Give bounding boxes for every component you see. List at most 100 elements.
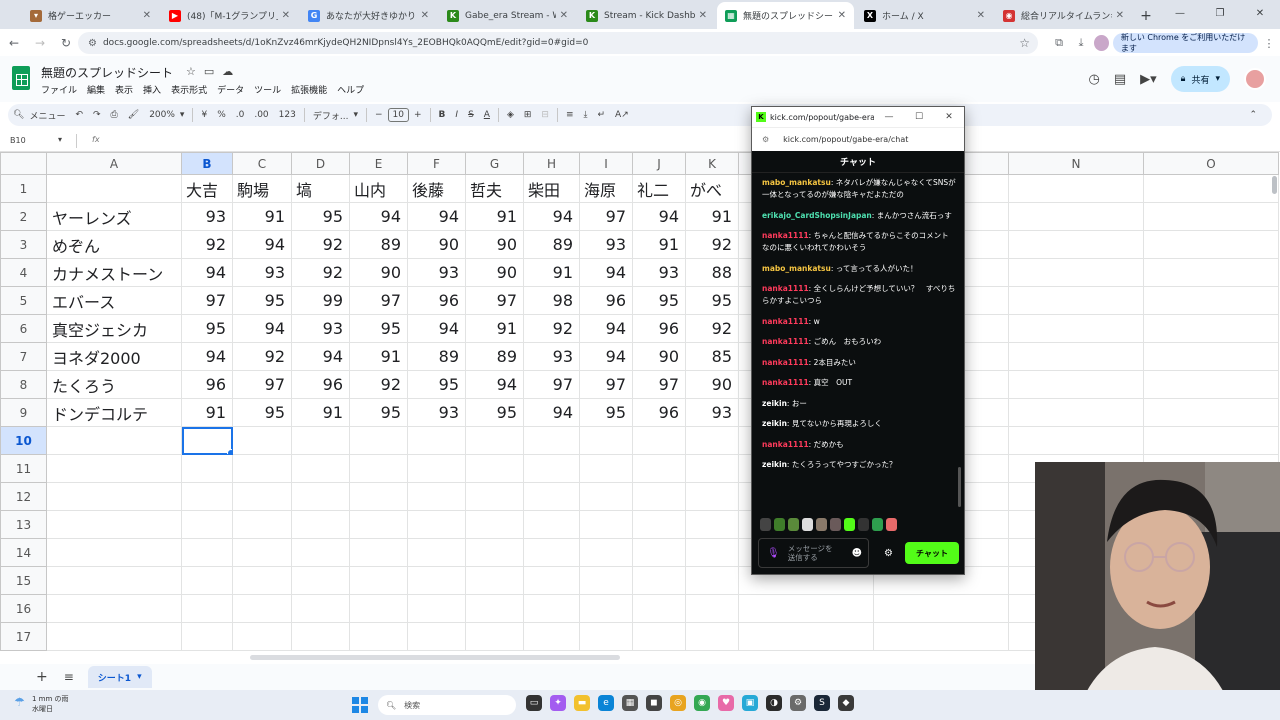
- emote-icon[interactable]: [830, 518, 841, 531]
- percent-button[interactable]: %: [212, 110, 231, 120]
- menu-item[interactable]: 拡張機能: [291, 83, 327, 96]
- column-header[interactable]: B: [181, 152, 233, 175]
- vertical-align-icon[interactable]: ⤓: [579, 110, 593, 120]
- cell[interactable]: [181, 538, 233, 567]
- score-cell[interactable]: 97: [349, 286, 408, 315]
- cell[interactable]: [1143, 370, 1279, 399]
- site-info-icon[interactable]: ⚙: [762, 135, 769, 144]
- microphone-icon[interactable]: 🎙︎: [767, 548, 780, 558]
- cell[interactable]: [291, 454, 350, 483]
- row-header[interactable]: 5: [0, 286, 47, 315]
- row-header[interactable]: 14: [0, 538, 47, 567]
- score-cell[interactable]: 99: [291, 286, 350, 315]
- url-omnibox[interactable]: ⚙ docs.google.com/spreadsheets/d/1oKnZvz…: [78, 32, 1038, 54]
- settings-icon[interactable]: ⚙: [790, 695, 806, 711]
- score-cell[interactable]: 89: [465, 342, 524, 371]
- number-format-button[interactable]: 123: [274, 110, 301, 120]
- cell[interactable]: [523, 622, 580, 651]
- row-header[interactable]: 11: [0, 454, 47, 483]
- cell[interactable]: [579, 566, 633, 595]
- score-cell[interactable]: 90: [465, 230, 524, 259]
- cloud-status-icon[interactable]: ☁: [222, 65, 233, 78]
- cell[interactable]: [232, 510, 292, 539]
- combo-name-cell[interactable]: ヤーレンズ: [46, 202, 182, 231]
- cell[interactable]: [579, 538, 633, 567]
- score-cell[interactable]: 94: [232, 230, 292, 259]
- emote-icon[interactable]: [858, 518, 869, 531]
- cell[interactable]: [349, 594, 408, 623]
- chrome-update-pill[interactable]: 新しい Chrome をご利用いただけます: [1112, 33, 1258, 53]
- score-cell[interactable]: 93: [291, 314, 350, 343]
- text-rotation-icon[interactable]: A↗: [610, 110, 634, 120]
- tab-close-icon[interactable]: ✕: [282, 10, 290, 21]
- cell[interactable]: [1008, 258, 1144, 287]
- emote-icon[interactable]: [788, 518, 799, 531]
- cell[interactable]: [1008, 370, 1144, 399]
- fill-color-icon[interactable]: ◈: [502, 110, 519, 120]
- cell[interactable]: [291, 594, 350, 623]
- cell[interactable]: [632, 426, 686, 455]
- chat-username[interactable]: zeikin: [762, 419, 787, 428]
- column-header[interactable]: I: [579, 152, 633, 175]
- column-header[interactable]: K: [685, 152, 739, 175]
- chat-username[interactable]: erikajo_CardShopsinJapan: [762, 211, 872, 220]
- cell[interactable]: [407, 426, 466, 455]
- score-cell[interactable]: 94: [349, 202, 408, 231]
- score-cell[interactable]: 90: [407, 230, 466, 259]
- cell[interactable]: [181, 510, 233, 539]
- row-header[interactable]: 12: [0, 482, 47, 511]
- menu-item[interactable]: ファイル: [41, 83, 77, 96]
- emote-icon[interactable]: [844, 518, 855, 531]
- cell[interactable]: [407, 594, 466, 623]
- row-header[interactable]: 13: [0, 510, 47, 539]
- score-cell[interactable]: 96: [632, 398, 686, 427]
- judge-name-cell[interactable]: 大吉: [181, 174, 233, 203]
- chat-message-list[interactable]: mabo_mankatsu: ネタバレが嫌なんじゃなくてSNSが一体となってるの…: [752, 173, 964, 509]
- judge-name-cell[interactable]: 山内: [349, 174, 408, 203]
- score-cell[interactable]: 94: [579, 314, 633, 343]
- score-cell[interactable]: 95: [685, 286, 739, 315]
- cell[interactable]: [1008, 426, 1144, 455]
- back-icon[interactable]: ←: [2, 31, 26, 55]
- cell[interactable]: [523, 426, 580, 455]
- browser-tab[interactable]: ◉ 総合リアルタイムランキング | ✕: [995, 2, 1132, 29]
- score-cell[interactable]: 96: [579, 286, 633, 315]
- borders-icon[interactable]: ⊞: [519, 110, 537, 120]
- new-tab-icon[interactable]: +: [1134, 2, 1158, 29]
- cell[interactable]: [1143, 426, 1279, 455]
- row-header[interactable]: 1: [0, 174, 47, 203]
- cell[interactable]: [632, 622, 686, 651]
- score-cell[interactable]: 98: [523, 286, 580, 315]
- chat-username[interactable]: nanka1111: [762, 284, 809, 293]
- score-cell[interactable]: 93: [181, 202, 233, 231]
- column-header[interactable]: G: [465, 152, 524, 175]
- score-cell[interactable]: 97: [579, 202, 633, 231]
- column-header[interactable]: O: [1143, 152, 1279, 175]
- score-cell[interactable]: 95: [349, 398, 408, 427]
- score-cell[interactable]: 89: [407, 342, 466, 371]
- cell[interactable]: [579, 622, 633, 651]
- column-header[interactable]: D: [291, 152, 350, 175]
- task-view-icon[interactable]: ▭: [526, 695, 542, 711]
- column-header[interactable]: E: [349, 152, 408, 175]
- zoom-select[interactable]: 200%: [144, 110, 180, 120]
- score-cell[interactable]: 90: [685, 370, 739, 399]
- bookmark-star-icon[interactable]: ☆: [1019, 36, 1030, 50]
- score-cell[interactable]: 97: [579, 370, 633, 399]
- combo-name-cell[interactable]: ヨネダ2000: [46, 342, 182, 371]
- app-icon[interactable]: ◆: [838, 695, 854, 711]
- weather-widget[interactable]: ☂ 1 mm の雨 水曜日: [14, 694, 69, 714]
- menu-item[interactable]: ツール: [254, 83, 281, 96]
- score-cell[interactable]: 94: [523, 398, 580, 427]
- print-icon[interactable]: ⎙: [106, 110, 123, 120]
- tab-close-icon[interactable]: ✕: [1116, 10, 1124, 21]
- emote-icon[interactable]: [760, 518, 771, 531]
- reload-icon[interactable]: ↻: [54, 31, 78, 55]
- paint-format-icon[interactable]: 🖌︎: [123, 110, 144, 120]
- emote-icon[interactable]: [886, 518, 897, 531]
- send-chat-button[interactable]: チャット: [905, 542, 959, 564]
- horizontal-scrollbar[interactable]: [250, 655, 620, 660]
- cell[interactable]: [1143, 174, 1279, 203]
- score-cell[interactable]: 95: [181, 314, 233, 343]
- cell[interactable]: [407, 538, 466, 567]
